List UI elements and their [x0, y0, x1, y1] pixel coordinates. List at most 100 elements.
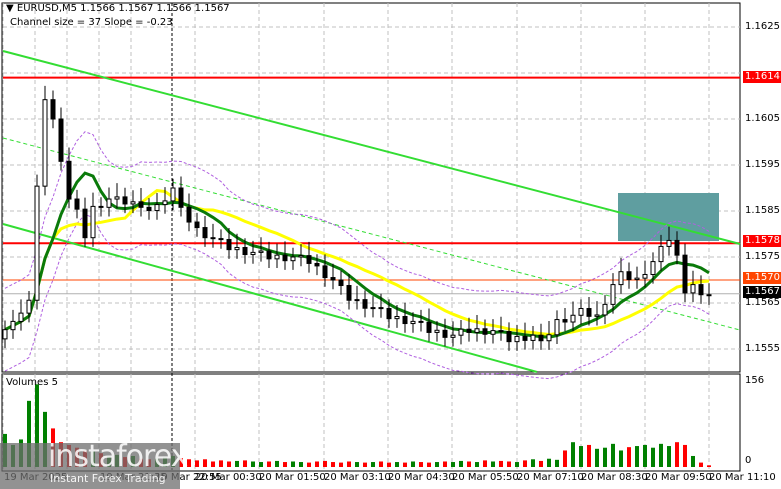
- volume-bar: [699, 462, 703, 467]
- volume-bar: [603, 447, 607, 467]
- volume-bar: [187, 459, 191, 467]
- channel-upper-line: [2, 50, 741, 245]
- candle-down: [210, 237, 216, 240]
- candle-down: [178, 187, 184, 208]
- candle-down: [538, 334, 544, 342]
- candle-up: [450, 334, 456, 338]
- volume-bar: [563, 450, 567, 467]
- time-label: 20 Mar 07:10: [517, 472, 584, 483]
- candle-down: [338, 279, 344, 287]
- candle-down: [194, 221, 200, 229]
- volume-bar: [595, 448, 599, 467]
- candle-down: [306, 255, 312, 264]
- candle-down: [322, 265, 328, 279]
- candle-down: [242, 246, 248, 256]
- volume-bar: [491, 461, 495, 467]
- time-label: 20 Mar 08:30: [581, 472, 648, 483]
- chart-window[interactable]: ▼ EURUSD,M5 1.1566 1.1567 1.1566 1.1567 …: [0, 0, 781, 489]
- candle-down: [674, 239, 680, 256]
- candle-down: [146, 206, 152, 212]
- volume-bar: [243, 460, 247, 467]
- volume-bar: [579, 446, 583, 467]
- candle-up: [666, 239, 672, 247]
- candle-up: [154, 204, 160, 212]
- candle-down: [506, 331, 512, 343]
- volume-bar: [451, 462, 455, 467]
- candle-down: [402, 315, 408, 325]
- time-label: 20 Mar 00:30: [195, 472, 262, 483]
- volume-bar: [411, 461, 415, 467]
- candle-up: [258, 250, 264, 253]
- candle-down: [314, 262, 320, 267]
- volume-bar: [643, 444, 647, 467]
- candle-down: [498, 330, 504, 333]
- volume-bar: [203, 459, 207, 467]
- channel-info: Channel size = 37 Slope = -0.23: [10, 17, 173, 28]
- volume-zero-label: 0: [745, 455, 752, 466]
- volume-bar: [635, 446, 639, 467]
- volume-bar: [331, 462, 335, 467]
- time-label: 20 Mar 04:30: [388, 472, 455, 483]
- candle-up: [18, 312, 24, 322]
- candle-up: [10, 320, 16, 331]
- candle-down: [362, 299, 368, 309]
- volume-bar: [211, 461, 215, 467]
- candle-up: [610, 284, 616, 305]
- volume-bar: [459, 460, 463, 467]
- volume-title: Volumes 5: [6, 377, 58, 388]
- candle-up: [26, 299, 32, 314]
- candle-up: [170, 187, 176, 202]
- volume-bar: [683, 444, 687, 467]
- volume-bar: [395, 462, 399, 467]
- price-tick: 1.1605: [745, 113, 780, 124]
- volume-bar: [611, 443, 615, 467]
- candle-up: [250, 251, 256, 256]
- candle-down: [330, 277, 336, 281]
- candle-down: [482, 328, 488, 335]
- candle-down: [378, 307, 384, 310]
- candle-up: [474, 328, 480, 333]
- candle-down: [586, 308, 592, 317]
- candle-down: [82, 208, 88, 239]
- candle-up: [234, 246, 240, 251]
- symbol-quote: EURUSD,M5 1.1566 1.1567 1.1566 1.1567: [16, 3, 230, 14]
- level-price-badge: 1.1578: [743, 235, 781, 247]
- candle-up: [650, 261, 656, 275]
- volume-max-label: 156: [745, 375, 765, 386]
- symbol-header: ▼ EURUSD,M5 1.1566 1.1567 1.1566 1.1567: [6, 3, 230, 14]
- volume-bar: [515, 462, 519, 467]
- time-label: 20 Mar 05:50: [452, 472, 519, 483]
- candle-up: [106, 198, 112, 208]
- candle-down: [682, 254, 688, 294]
- price-tick: 1.1595: [745, 159, 780, 170]
- candle-up: [354, 299, 360, 302]
- time-label: 20 Mar 09:50: [645, 472, 712, 483]
- volume-bar: [267, 461, 271, 467]
- watermark-tagline: Instant Forex Trading: [50, 472, 166, 485]
- volume-bar: [539, 460, 543, 467]
- candle-down: [186, 206, 192, 223]
- candle-down: [426, 321, 432, 333]
- volume-bar: [507, 461, 511, 467]
- candle-up: [394, 315, 400, 320]
- candle-up: [546, 334, 552, 342]
- volume-bar: [283, 462, 287, 467]
- volume-bar: [571, 442, 575, 467]
- candle-up: [114, 196, 120, 200]
- price-chart[interactable]: [0, 0, 781, 489]
- candle-down: [386, 308, 392, 320]
- candle-down: [202, 227, 208, 239]
- volume-bar: [627, 447, 631, 467]
- candle-up: [642, 273, 648, 279]
- volume-bar: [251, 461, 255, 467]
- candle-up: [42, 99, 48, 187]
- volume-bar: [363, 462, 367, 467]
- volume-bar: [291, 461, 295, 467]
- volume-bar: [483, 460, 487, 467]
- volume-bar: [531, 459, 535, 467]
- price-tick: 1.1555: [745, 343, 780, 354]
- candle-up: [570, 314, 576, 323]
- last-price-badge: 1.1567: [743, 286, 781, 298]
- candle-up: [530, 334, 536, 341]
- volume-bar: [587, 444, 591, 467]
